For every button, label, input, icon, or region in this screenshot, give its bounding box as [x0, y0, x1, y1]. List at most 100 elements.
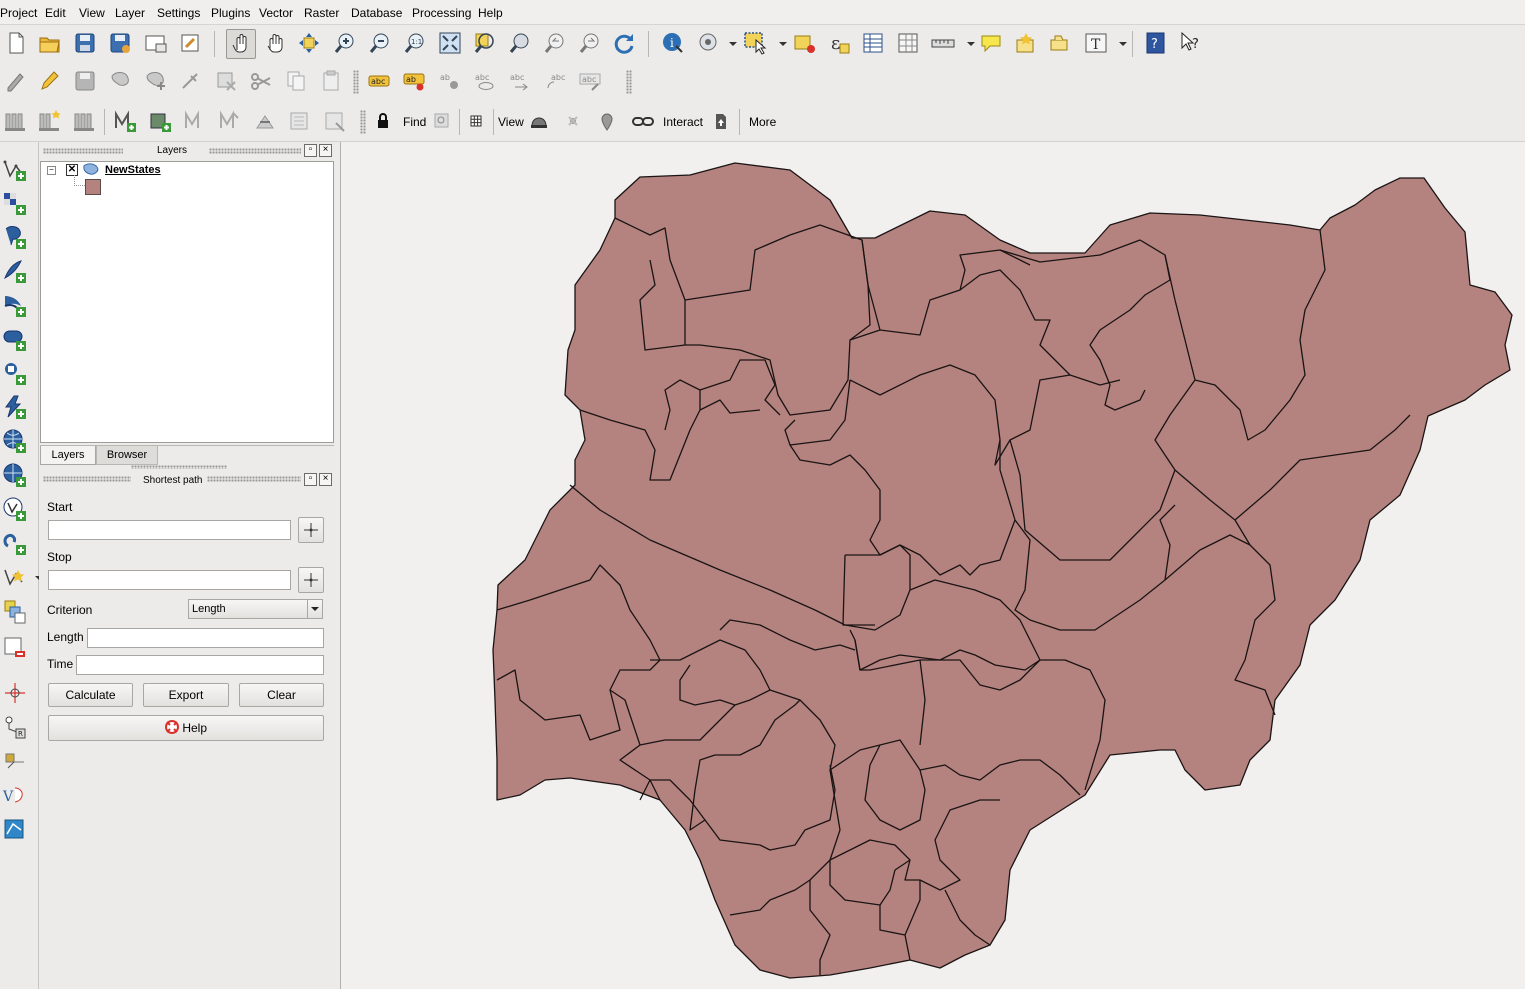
- chevron-down-icon[interactable]: [26, 564, 43, 590]
- zoom-native-resolution-icon[interactable]: 1:1: [402, 30, 428, 56]
- measure-line-icon[interactable]: [930, 30, 956, 56]
- lock-icon[interactable]: [370, 108, 396, 134]
- export-button[interactable]: Export: [143, 683, 229, 707]
- cut-features-icon[interactable]: [248, 68, 274, 94]
- composer-manager-icon[interactable]: [177, 30, 203, 56]
- add-wcs-layer-icon[interactable]: [2, 428, 28, 454]
- street-view-icon[interactable]: [526, 108, 552, 134]
- layer-labeling-options-icon[interactable]: abc: [366, 68, 392, 94]
- coordinate-capture-icon[interactable]: [2, 680, 28, 706]
- calculate-button[interactable]: Calculate: [48, 683, 133, 707]
- add-virtual-layer-icon[interactable]: [2, 530, 28, 556]
- chevron-down-icon[interactable]: [958, 30, 975, 56]
- help-contents-icon[interactable]: ?: [1143, 30, 1169, 56]
- link-icon[interactable]: [630, 108, 656, 134]
- zoom-last-icon[interactable]: [542, 30, 568, 56]
- menu-help[interactable]: Help: [478, 6, 503, 20]
- run-feature-action-icon[interactable]: [696, 30, 722, 56]
- add-postgis-layer-icon[interactable]: [2, 224, 28, 250]
- capture-stop-point-button[interactable]: [298, 567, 324, 593]
- show-bookmarks-icon[interactable]: [1047, 30, 1073, 56]
- paste-features-icon[interactable]: [318, 68, 344, 94]
- split-features-icon[interactable]: [322, 108, 348, 134]
- remove-layer-icon[interactable]: [2, 634, 28, 660]
- add-ring-icon[interactable]: [217, 108, 243, 134]
- interact-label[interactable]: Interact: [663, 115, 703, 129]
- capture-start-point-button[interactable]: [298, 517, 324, 543]
- add-oracle-layer-icon[interactable]: [2, 326, 28, 352]
- menu-processing[interactable]: Processing: [412, 6, 471, 20]
- add-raster-feature-icon[interactable]: [147, 108, 173, 134]
- copy-features-icon[interactable]: [283, 68, 309, 94]
- new-bookmark-icon[interactable]: [1013, 30, 1039, 56]
- search-icon[interactable]: [429, 108, 455, 134]
- python-console-icon[interactable]: V: [2, 782, 28, 808]
- chevron-down-icon[interactable]: [770, 30, 787, 56]
- zoom-to-selection-icon[interactable]: [472, 30, 498, 56]
- menu-edit[interactable]: Edit: [45, 6, 66, 20]
- find-label[interactable]: Find: [403, 115, 426, 129]
- map-pin-icon[interactable]: [594, 108, 620, 134]
- toggle-editing-icon[interactable]: [37, 68, 63, 94]
- zoom-next-icon[interactable]: [577, 30, 603, 56]
- chevron-down-icon[interactable]: [1110, 30, 1127, 56]
- add-feature-icon[interactable]: [108, 68, 134, 94]
- new-shapefile-layer-icon[interactable]: [2, 564, 28, 590]
- add-mssql-layer-icon[interactable]: [2, 292, 28, 318]
- time-field[interactable]: [76, 655, 324, 675]
- add-vector-layer-icon[interactable]: [2, 156, 28, 182]
- more-label[interactable]: More: [749, 115, 776, 129]
- collapse-icon[interactable]: −: [47, 166, 56, 175]
- float-dock-icon[interactable]: ▫: [304, 473, 317, 486]
- new-print-composer-icon[interactable]: [142, 30, 168, 56]
- change-label-icon[interactable]: abc: [577, 68, 603, 94]
- pan-to-selection-icon[interactable]: [296, 30, 322, 56]
- new-spatialite-icon[interactable]: [37, 108, 63, 134]
- view-label[interactable]: View: [498, 115, 524, 129]
- attribute-table-icon[interactable]: [860, 30, 886, 56]
- text-annotation-icon[interactable]: T: [1083, 30, 1109, 56]
- new-project-icon[interactable]: [3, 30, 29, 56]
- menu-plugins[interactable]: Plugins: [211, 6, 250, 20]
- offset-curve-icon[interactable]: [287, 108, 313, 134]
- add-wms-layer-icon[interactable]: [2, 394, 28, 420]
- field-calculator-icon[interactable]: [895, 30, 921, 56]
- upload-icon[interactable]: [708, 108, 734, 134]
- move-label-icon[interactable]: abc: [507, 68, 533, 94]
- open-project-icon[interactable]: [37, 30, 63, 56]
- layer-name[interactable]: NewStates: [105, 164, 161, 176]
- refresh-icon[interactable]: [611, 30, 637, 56]
- rotate-label-icon[interactable]: abc: [542, 68, 568, 94]
- menu-database[interactable]: Database: [351, 6, 402, 20]
- menu-settings[interactable]: Settings: [157, 6, 200, 20]
- stop-point-field[interactable]: [48, 570, 291, 590]
- menu-raster[interactable]: Raster: [304, 6, 339, 20]
- float-dock-icon[interactable]: ▫: [304, 144, 317, 157]
- add-db2-layer-icon[interactable]: [2, 360, 28, 386]
- reshape-features-icon[interactable]: [252, 108, 278, 134]
- chevron-down-icon[interactable]: [720, 30, 737, 56]
- close-icon[interactable]: ×: [319, 473, 332, 486]
- zoom-in-icon[interactable]: [332, 30, 358, 56]
- select-features-icon[interactable]: [742, 30, 768, 56]
- tab-layers[interactable]: Layers: [40, 446, 96, 465]
- simplify-feature-icon[interactable]: [182, 108, 208, 134]
- menu-layer[interactable]: Layer: [115, 6, 145, 20]
- pan-map-icon[interactable]: [262, 30, 288, 56]
- shortest-path-node-icon[interactable]: R: [2, 714, 28, 740]
- add-wms-layer-toolbar-icon[interactable]: [3, 108, 29, 134]
- layer-symbol-swatch[interactable]: [85, 179, 101, 195]
- add-spatialite-layer-icon[interactable]: [2, 258, 28, 284]
- tab-browser[interactable]: Browser: [96, 446, 158, 465]
- zoom-to-layer-icon[interactable]: [507, 30, 533, 56]
- new-gps-layer-icon[interactable]: [2, 598, 28, 624]
- select-by-expression-icon[interactable]: ε: [827, 30, 853, 56]
- georeferencer-icon[interactable]: [2, 816, 28, 842]
- help-button[interactable]: Help: [48, 715, 324, 741]
- zoom-full-icon[interactable]: [437, 30, 463, 56]
- add-vector-feature-icon[interactable]: [112, 108, 138, 134]
- menu-view[interactable]: View: [79, 6, 105, 20]
- save-as-icon[interactable]: [107, 30, 133, 56]
- grid-icon[interactable]: [463, 108, 489, 134]
- road-graph-icon[interactable]: [2, 748, 28, 774]
